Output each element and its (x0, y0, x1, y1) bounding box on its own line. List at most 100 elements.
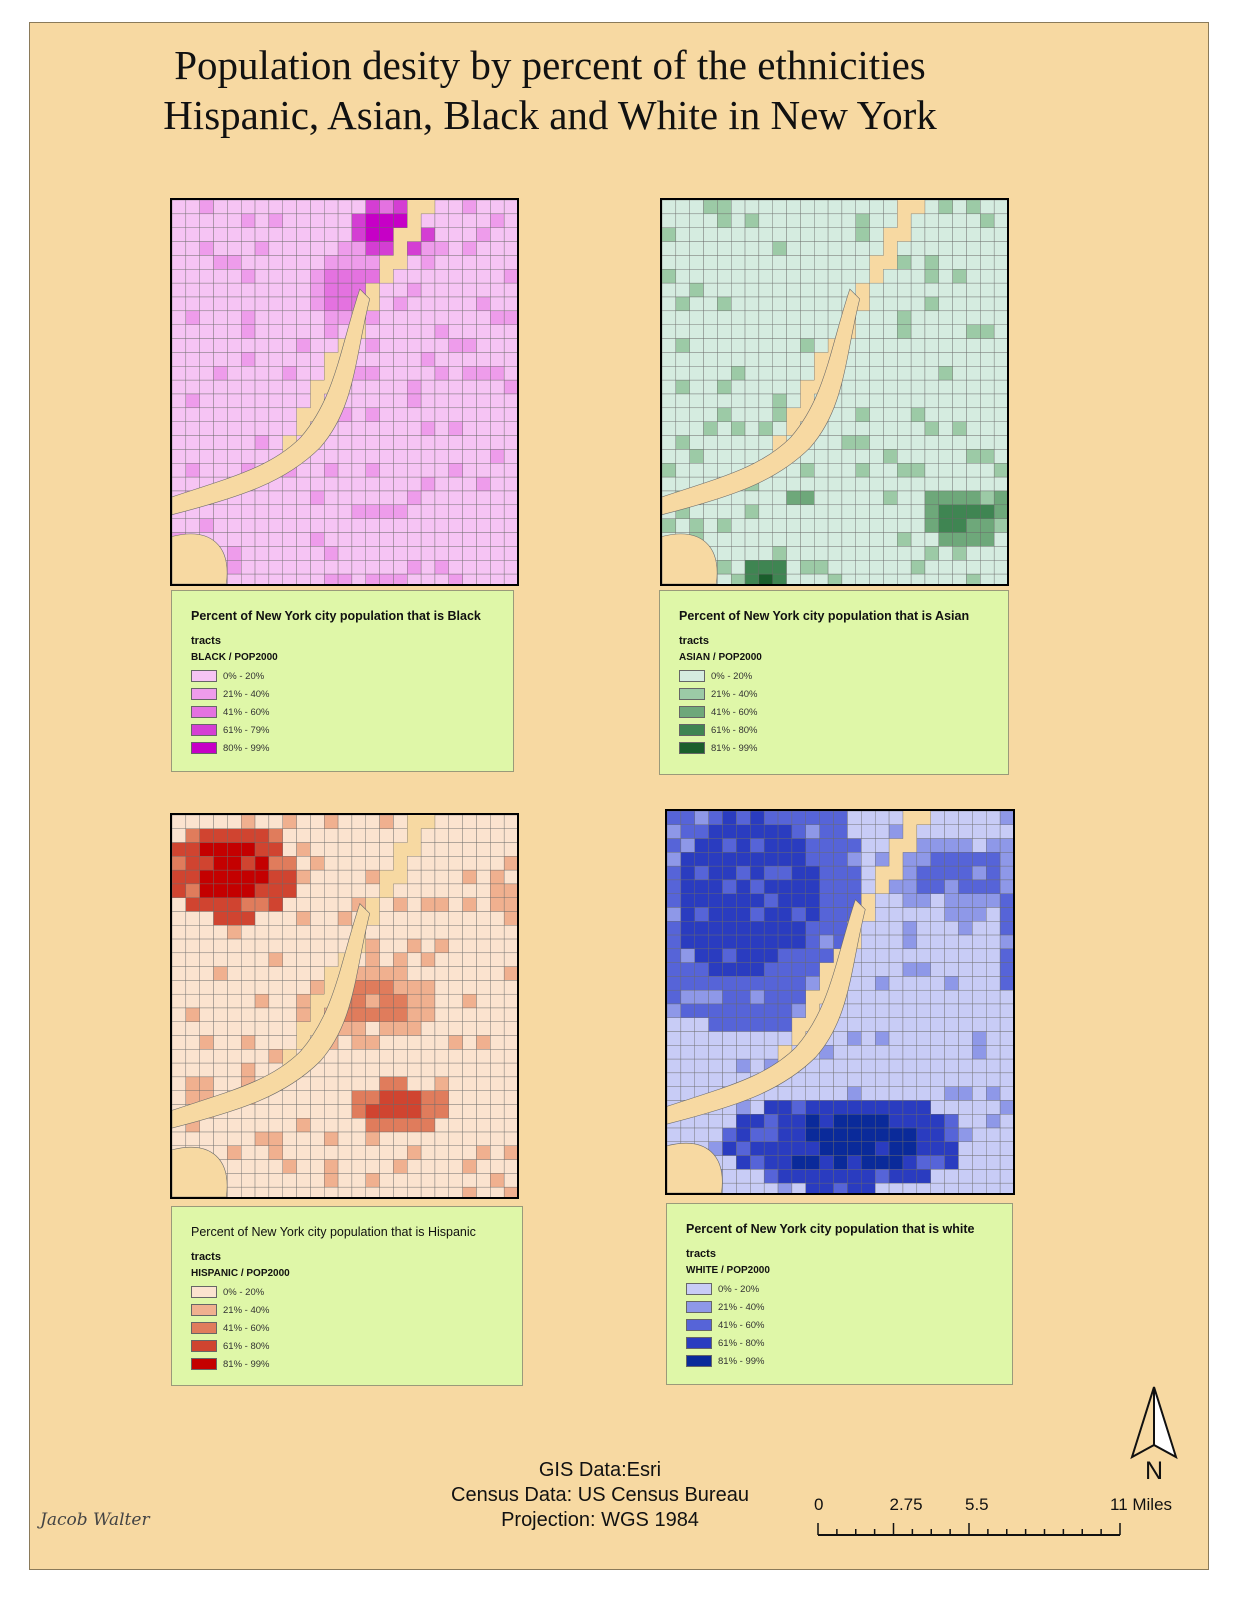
census-tract (254, 421, 270, 436)
census-tract (786, 504, 801, 519)
census-tract (199, 518, 214, 533)
census-tract (351, 828, 366, 843)
census-tract (310, 504, 325, 519)
census-tract (337, 449, 353, 464)
census-tract (241, 546, 256, 561)
census-tract (855, 463, 870, 478)
census-tract (310, 338, 325, 353)
hispanic-population-map (170, 813, 519, 1199)
census-tract (254, 227, 270, 242)
census-tract (703, 504, 718, 519)
census-tract (241, 1186, 256, 1197)
census-tract (944, 948, 959, 963)
census-tract (958, 1100, 973, 1115)
census-tract (434, 1035, 449, 1050)
census-tract (966, 324, 981, 339)
census-tract (172, 393, 187, 409)
census-tract (324, 546, 339, 561)
census-tract (213, 282, 228, 298)
census-tract (847, 1182, 862, 1193)
census-tract (503, 1021, 517, 1036)
census-tract (869, 560, 884, 575)
census-tract (268, 296, 283, 312)
census-tract (172, 952, 187, 967)
census-tract (791, 811, 806, 825)
census-tract (490, 393, 505, 409)
census-tract (869, 310, 884, 325)
census-tract (930, 865, 945, 881)
census-tract (337, 504, 353, 519)
census-tract (680, 879, 695, 894)
census-tract (296, 993, 311, 1009)
census-tract (476, 296, 491, 312)
census-tract (490, 980, 505, 995)
census-tract (268, 1173, 283, 1188)
census-tract (310, 883, 325, 898)
census-tract (980, 352, 995, 367)
census-tract (254, 532, 270, 547)
census-tract (296, 269, 311, 284)
legend-class-row: 21% - 40% (191, 685, 513, 703)
census-tract (393, 828, 408, 843)
census-tract (407, 255, 422, 270)
census-tract (786, 546, 801, 561)
census-tract (296, 1186, 311, 1197)
census-tract (800, 560, 815, 575)
census-tract (736, 921, 751, 936)
census-tract (476, 897, 491, 912)
census-tract (680, 1045, 695, 1060)
census-tract (351, 490, 366, 506)
census-tract (420, 1007, 436, 1022)
census-tract (172, 1035, 187, 1050)
census-tract (703, 269, 718, 284)
census-tract (282, 1035, 297, 1050)
census-tract (490, 1173, 505, 1188)
census-tract (902, 1058, 918, 1074)
census-tract (916, 824, 931, 839)
census-tract (805, 907, 820, 922)
census-tract (407, 366, 422, 381)
census-tract (944, 976, 959, 991)
census-tract (282, 490, 297, 506)
census-tract (310, 560, 325, 575)
census-tract (448, 296, 463, 312)
census-tract (750, 907, 765, 922)
census-tract (791, 921, 806, 936)
census-tract (448, 1007, 463, 1022)
census-tract (365, 869, 380, 885)
census-tract (980, 241, 995, 256)
census-tract (254, 1173, 270, 1188)
census-tract (999, 811, 1013, 825)
legend-swatch (191, 670, 217, 682)
census-tract (393, 338, 408, 353)
census-tract (952, 282, 967, 298)
census-tract (351, 1131, 366, 1147)
author-signature: Jacob Walter (40, 1510, 150, 1530)
census-tract (750, 1141, 765, 1156)
census-tract (791, 1100, 806, 1115)
census-tract (944, 865, 959, 881)
census-tract (490, 532, 505, 547)
census-tract (993, 200, 1007, 215)
census-tract (199, 815, 214, 829)
census-tract (185, 449, 200, 464)
census-tract (772, 546, 787, 561)
census-tract (722, 907, 737, 922)
census-tract (861, 852, 876, 867)
census-tract (847, 1031, 862, 1046)
scale-tick-label: 2.75 (889, 1495, 923, 1514)
census-tract (490, 815, 505, 829)
census-tract (241, 227, 256, 242)
census-tract (814, 338, 829, 353)
census-tract (503, 1007, 517, 1022)
census-tract (254, 393, 270, 409)
census-tract (503, 407, 517, 422)
census-tract (902, 1114, 918, 1129)
census-tract (324, 255, 339, 270)
census-tract (365, 573, 380, 584)
census-tract (814, 532, 829, 547)
census-tract (476, 573, 491, 584)
census-tract (930, 1017, 945, 1032)
census-tract (365, 1062, 380, 1078)
census-tract (800, 366, 815, 381)
